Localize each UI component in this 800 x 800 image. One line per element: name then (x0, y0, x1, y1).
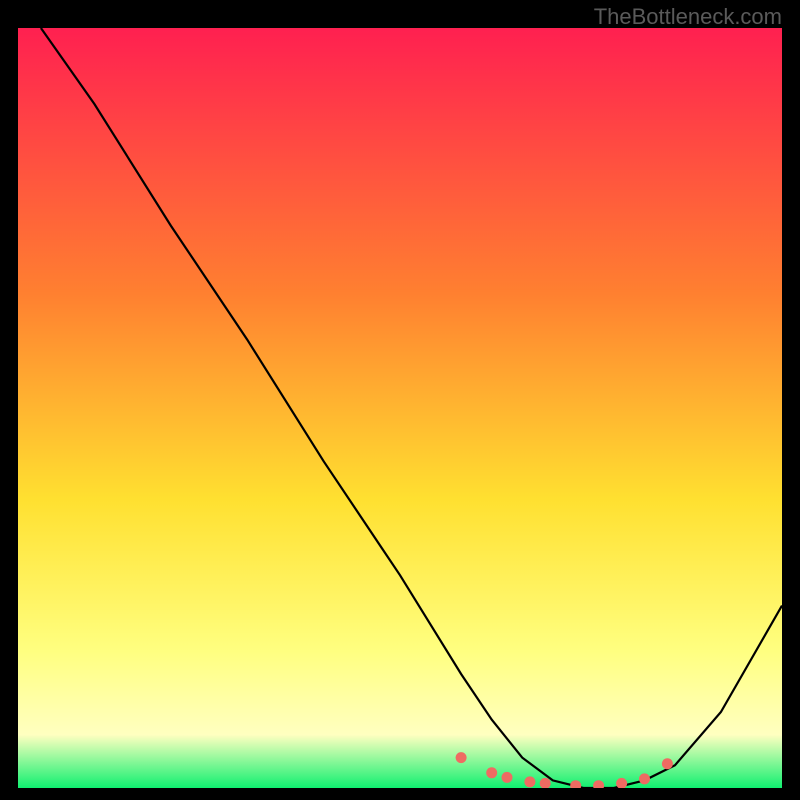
chart-frame (18, 28, 782, 788)
marker-point (456, 752, 467, 763)
watermark: TheBottleneck.com (594, 4, 782, 30)
marker-point (662, 758, 673, 769)
bottleneck-chart (18, 28, 782, 788)
marker-point (524, 776, 535, 787)
gradient-background (18, 28, 782, 788)
marker-point (639, 773, 650, 784)
marker-point (486, 767, 497, 778)
marker-point (502, 772, 513, 783)
